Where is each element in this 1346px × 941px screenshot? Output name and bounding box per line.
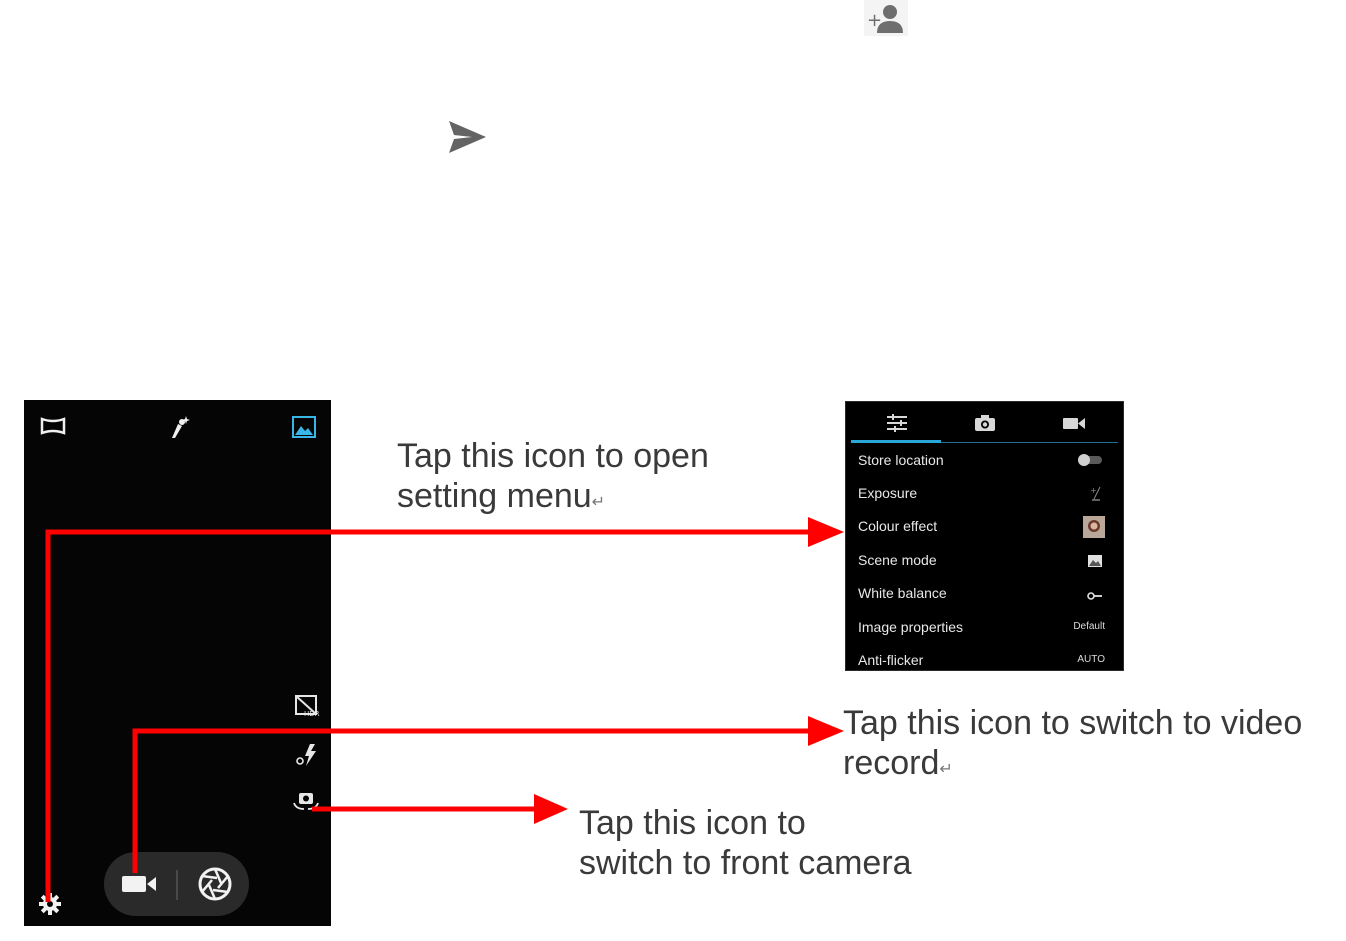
settings-annotation-line1: Tap this icon to open — [397, 437, 709, 475]
settings-annotation: Tap this icon to open setting menu↵ — [397, 436, 709, 523]
return-mark: ↵ — [939, 761, 953, 778]
front-camera-arrow — [312, 794, 568, 824]
settings-annotation-text: setting menu — [397, 477, 592, 515]
front-camera-annotation: Tap this icon to switch to front camera — [579, 803, 912, 883]
video-annotation: Tap this icon to switch to video record↵ — [843, 703, 1302, 790]
front-camera-annotation-line1: Tap this icon to — [579, 804, 806, 842]
settings-annotation-line2: setting menu↵ — [397, 476, 709, 523]
video-annotation-line1: Tap this icon to switch to video — [843, 704, 1303, 742]
front-camera-annotation-line2: switch to front camera — [579, 844, 912, 882]
video-annotation-line2: record↵ — [843, 743, 1302, 790]
return-mark: ↵ — [591, 494, 606, 511]
video-annotation-text: record — [843, 744, 940, 782]
